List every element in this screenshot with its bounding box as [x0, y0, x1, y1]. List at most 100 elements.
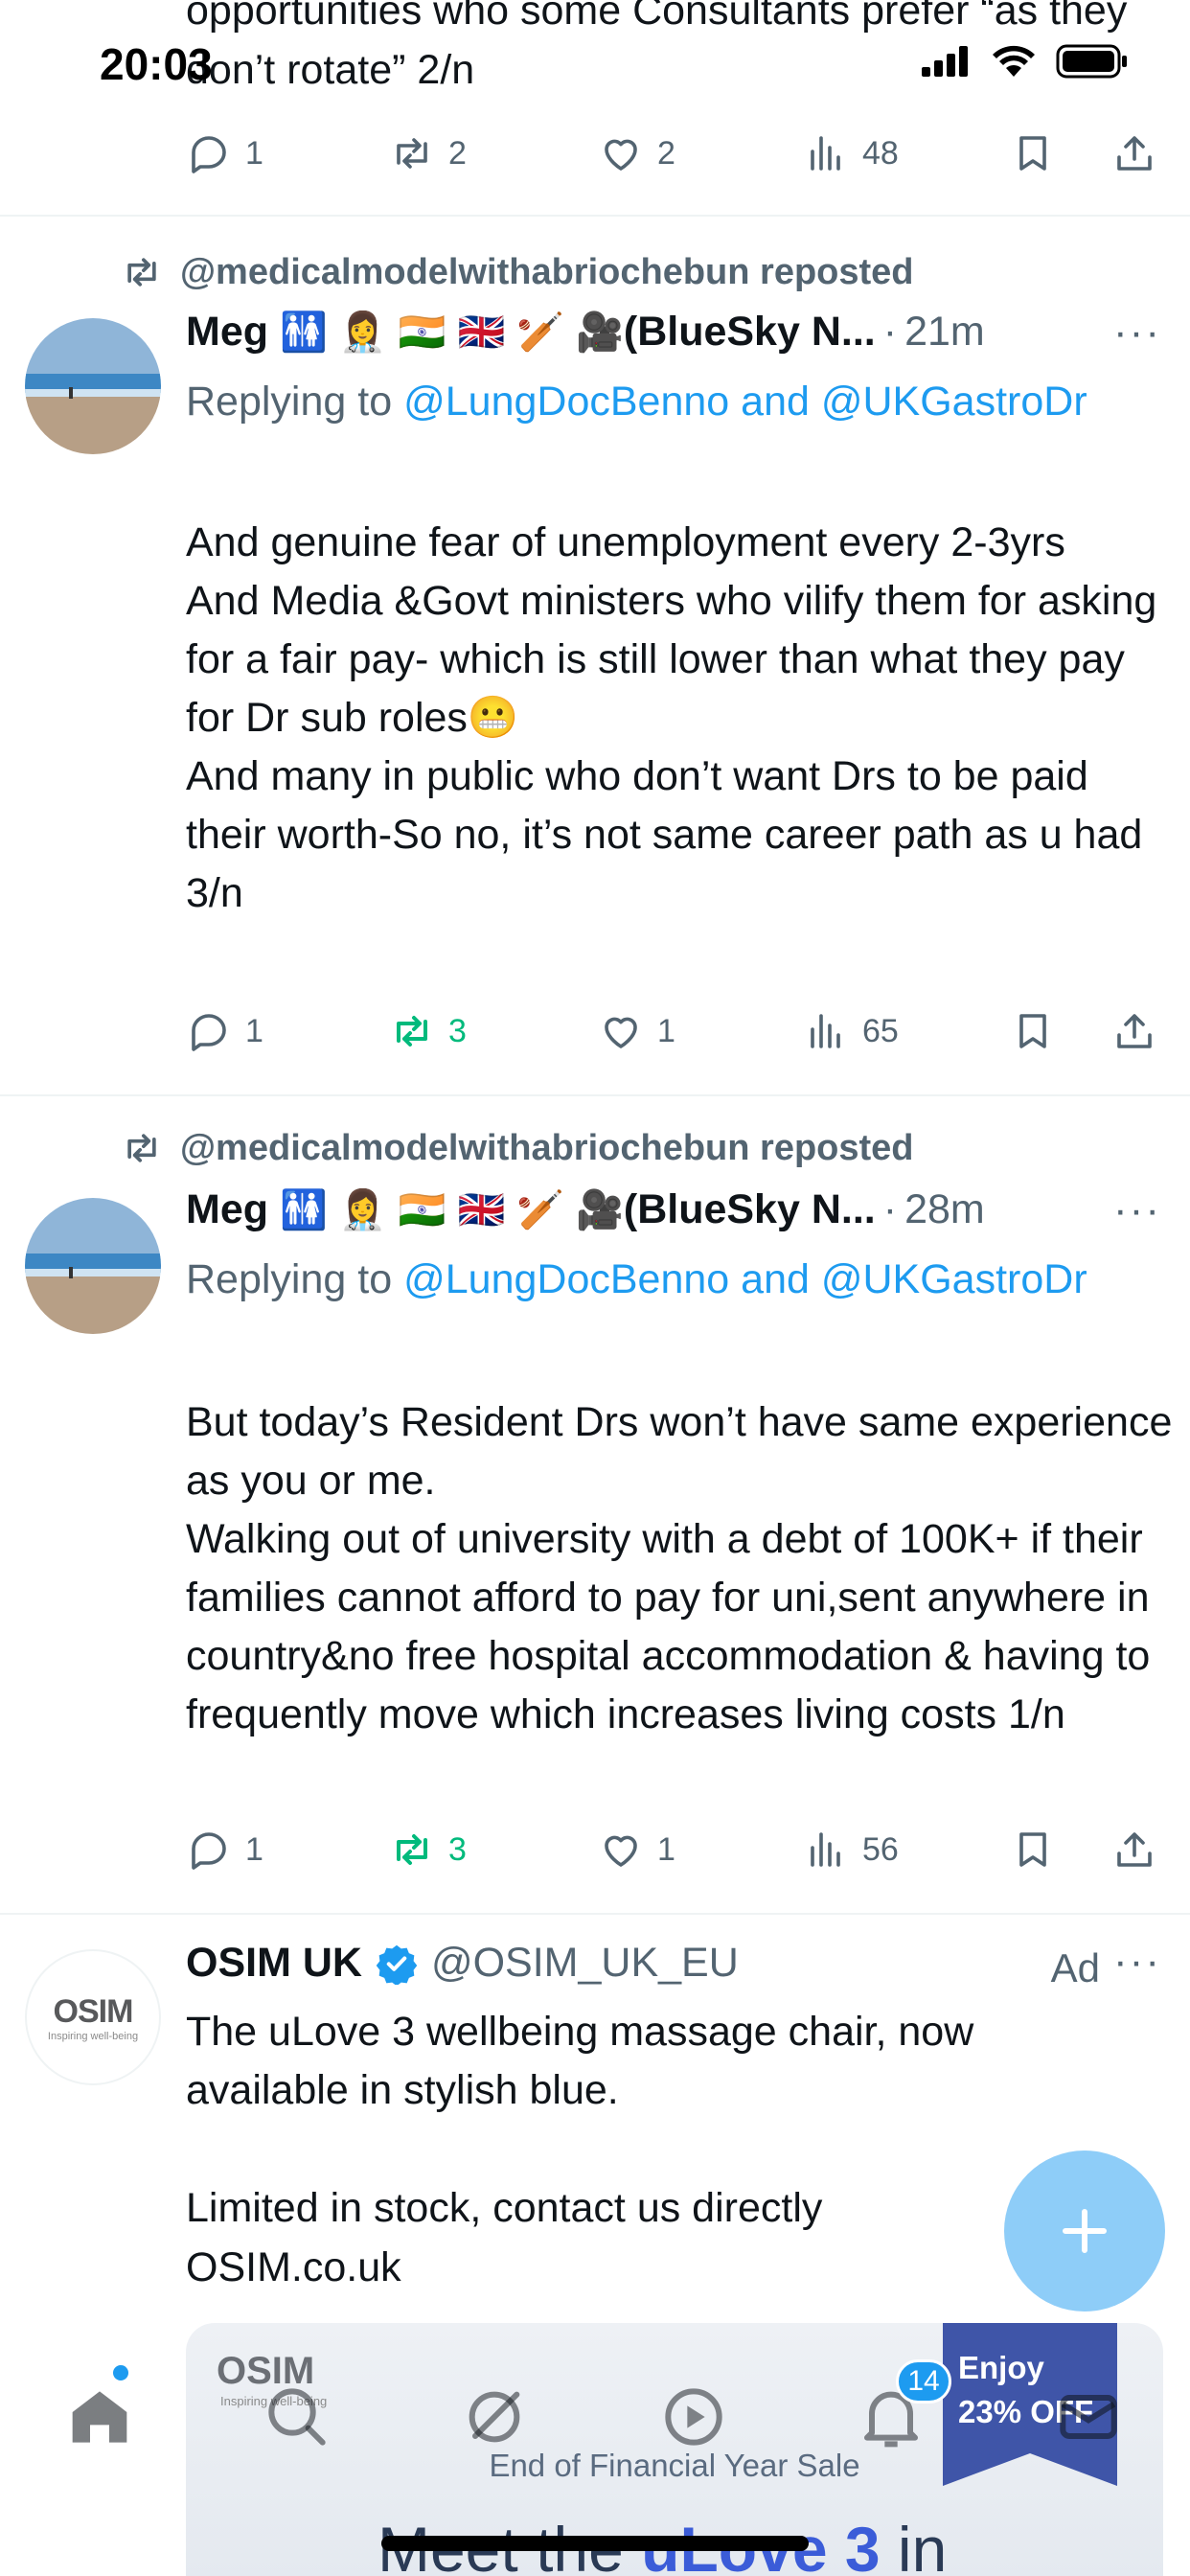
- ad-header: OSIM UK @OSIM_UK_EU: [186, 1940, 1173, 1987]
- name-emoji: 🎥: [576, 310, 624, 355]
- reply-icon: [192, 136, 226, 173]
- tab-grok[interactable]: [456, 2379, 533, 2455]
- avatar[interactable]: [25, 318, 161, 454]
- avatar[interactable]: [25, 1198, 161, 1334]
- tweet-header: Meg 🚻 👩‍⚕️ 🇮🇳 🇬🇧 🏏 🎥 (BlueSky N... · 28m: [186, 1186, 1163, 1233]
- more-options-button[interactable]: ···: [1113, 309, 1161, 356]
- like-button[interactable]: 1: [598, 1002, 675, 1060]
- views-button[interactable]: 65: [803, 1002, 899, 1060]
- views-icon: [811, 1014, 840, 1048]
- bookmark-icon: [1019, 136, 1046, 171]
- tweet[interactable]: @medicalmodelwithabriochebun reposted Me…: [0, 218, 1190, 1096]
- views-count: 56: [862, 1830, 899, 1868]
- name-emoji: 🇮🇳: [398, 1188, 446, 1232]
- compose-button[interactable]: [1004, 2150, 1165, 2312]
- ad-text-contact: Limited in stock, contact us directly: [186, 2185, 823, 2231]
- replying-to-users[interactable]: @LungDocBenno and @UKGastroDr: [403, 379, 1087, 425]
- reply-icon: [192, 1832, 226, 1870]
- name-emoji: 🏏: [516, 1188, 565, 1232]
- tweet-partial[interactable]: opportunities who some Consultants prefe…: [0, 0, 1190, 217]
- home-indicator[interactable]: [381, 2536, 809, 2551]
- tweet-actions: 1 3 1 65: [186, 1002, 1163, 1060]
- name-emoji: 🏏: [516, 310, 565, 355]
- compose-icon: [1063, 2209, 1107, 2253]
- tweet[interactable]: @medicalmodelwithabriochebun reposted Me…: [0, 1098, 1190, 1915]
- name-emoji: 🇬🇧: [457, 1188, 506, 1232]
- repost-by: @medicalmodelwithabriochebun reposted: [180, 1127, 914, 1168]
- beach-avatar-image: [25, 318, 161, 454]
- separator-dot: ·: [882, 309, 898, 355]
- repost-button[interactable]: 3: [389, 1002, 467, 1060]
- bookmark-icon: [1019, 1832, 1046, 1867]
- tweet-text: And genuine fear of unemployment every 2…: [186, 519, 1157, 916]
- name-emoji: 🇮🇳: [398, 310, 446, 355]
- repost-count: 3: [448, 1012, 467, 1049]
- name-emoji: 🇬🇧: [457, 310, 506, 355]
- play-icon: [665, 2388, 722, 2446]
- like-icon: [605, 1835, 637, 1867]
- bookmark-icon: [1019, 1014, 1046, 1048]
- separator-dot: ·: [882, 1186, 898, 1232]
- headline-post: in: [897, 2514, 948, 2576]
- advertiser-avatar[interactable]: OSIM Inspiring well-being: [25, 1949, 161, 2085]
- repost-count: 3: [448, 1830, 467, 1868]
- notifications-badge: 14: [896, 2359, 951, 2404]
- home-icon: [72, 2391, 127, 2443]
- display-name-suffix: (BlueSky N...: [623, 309, 876, 355]
- osim-logo: OSIM: [53, 1992, 134, 2030]
- repost-icon: [397, 1016, 427, 1046]
- views-count: 65: [862, 1012, 899, 1049]
- reply-button[interactable]: 1: [186, 125, 263, 182]
- reply-button[interactable]: 1: [186, 1821, 263, 1878]
- repost-icon: [397, 138, 427, 169]
- views-icon: [811, 1832, 840, 1867]
- repost-button[interactable]: 2: [389, 125, 467, 182]
- share-button[interactable]: [1111, 1821, 1157, 1878]
- share-button[interactable]: [1111, 125, 1157, 182]
- beach-avatar-image: [25, 1198, 161, 1334]
- timestamp[interactable]: 21m: [904, 309, 985, 356]
- ad-label: Ad: [1050, 1945, 1100, 1990]
- more-options-button[interactable]: ···: [1113, 1938, 1161, 1986]
- tweet-text: But today’s Resident Drs won’t have same…: [186, 1399, 1173, 1737]
- advertiser-name[interactable]: OSIM UK: [186, 1940, 362, 1987]
- share-button[interactable]: [1111, 1002, 1157, 1060]
- bookmark-button[interactable]: [1010, 125, 1056, 182]
- views-button[interactable]: 48: [803, 125, 899, 182]
- display-name-suffix: (BlueSky N...: [623, 1186, 876, 1232]
- like-button[interactable]: 2: [598, 125, 675, 182]
- tweet-text: opportunities who some Consultants prefe…: [186, 0, 1128, 93]
- repost-context[interactable]: @medicalmodelwithabriochebun reposted: [121, 1127, 914, 1169]
- repost-button[interactable]: 3: [389, 1821, 467, 1878]
- like-count: 1: [657, 1830, 675, 1868]
- replying-to-label: Replying to: [186, 1256, 393, 1302]
- views-button[interactable]: 56: [803, 1821, 899, 1878]
- display-name[interactable]: Meg: [186, 309, 268, 356]
- tab-search[interactable]: [259, 2379, 335, 2455]
- bookmark-button[interactable]: [1010, 1821, 1056, 1878]
- like-count: 2: [657, 134, 675, 172]
- advertiser-handle[interactable]: @OSIM_UK_EU: [431, 1940, 739, 1987]
- repost-by: @medicalmodelwithabriochebun reposted: [180, 251, 914, 292]
- reply-count: 1: [245, 134, 263, 172]
- osim-tagline: Inspiring well-being: [47, 2030, 139, 2042]
- tweet-header: Meg 🚻 👩‍⚕️ 🇮🇳 🇬🇧 🏏 🎥 (BlueSky N... · 21m: [186, 309, 1163, 356]
- tab-messages[interactable]: [1050, 2379, 1127, 2455]
- tab-video[interactable]: [655, 2379, 732, 2455]
- replying-to-users[interactable]: @LungDocBenno and @UKGastroDr: [403, 1256, 1087, 1302]
- share-icon: [1117, 1014, 1152, 1048]
- reply-count: 1: [245, 1830, 263, 1868]
- more-options-button[interactable]: ···: [1113, 1186, 1161, 1234]
- views-icon: [811, 136, 840, 171]
- tab-home[interactable]: [61, 2379, 138, 2455]
- like-button[interactable]: 1: [598, 1821, 675, 1878]
- timestamp[interactable]: 28m: [904, 1186, 985, 1233]
- reply-icon: [192, 1014, 226, 1051]
- reply-button[interactable]: 1: [186, 1002, 263, 1060]
- bookmark-button[interactable]: [1010, 1002, 1056, 1060]
- repost-context[interactable]: @medicalmodelwithabriochebun reposted: [121, 251, 914, 293]
- tweet-actions: 1 3 1 56: [186, 1821, 1163, 1878]
- display-name[interactable]: Meg: [186, 1186, 268, 1233]
- tweet-actions: 1 2 2 48: [186, 125, 1163, 182]
- messages-icon: [1060, 2395, 1117, 2439]
